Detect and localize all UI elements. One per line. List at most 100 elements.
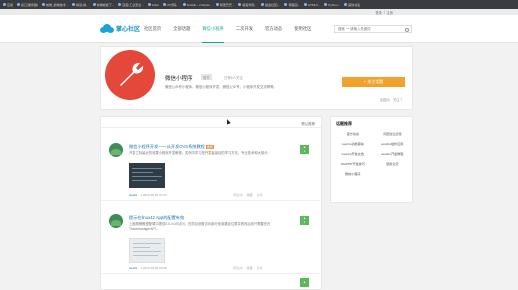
bookmark-favicon-icon — [182, 3, 186, 6]
bookmark-item[interactable]: 掘金社区(... — [260, 2, 281, 7]
bookmark-item[interactable]: HTML5... — [303, 2, 321, 7]
post-actions: 评论(0) 收藏 分享 — [233, 266, 263, 270]
bookmark-favicon-icon — [260, 3, 264, 6]
bookmark-item[interactable]: Gitub — [147, 2, 159, 7]
bookmarks-bar: 应用 窗口(服务器) 前端_前端技术... 精选-前... 前端模板下... 百度(工业安… — [0, 0, 518, 9]
bookmark-favicon-icon — [118, 3, 122, 6]
search-icon[interactable] — [405, 27, 409, 32]
bookmark-label: 前端_前端技术... — [46, 2, 69, 7]
upvote-icon: ▲ — [303, 279, 306, 284]
bookmark-label: 掘金社区(... — [264, 2, 281, 7]
post-thumbnail[interactable] — [129, 238, 165, 263]
topic-link[interactable]: 官方动态 — [334, 131, 372, 136]
wrench-icon — [105, 50, 155, 100]
nav-item[interactable]: 使用社区 — [288, 15, 317, 43]
nav-item[interactable]: 官方动态 — [259, 15, 288, 43]
topic-link[interactable]: weiphp开发教程 — [374, 151, 412, 156]
bookmark-label: GitHub - vvfundo... — [186, 2, 212, 7]
vote-button[interactable]: ▲ 1 — [300, 145, 309, 154]
bookmark-item[interactable]: 百度(工业安全... — [118, 3, 144, 7]
bookmark-item[interactable]: 前端_前端技术... — [42, 3, 68, 7]
bookmark-favicon-icon — [147, 3, 151, 6]
topic-link[interactable]: weiphp插件应用 — [374, 141, 412, 146]
share-link[interactable]: 分享 — [257, 193, 263, 197]
share-link[interactable]: 分享 — [257, 266, 263, 270]
topic-count[interactable]: 话题(5) — [380, 97, 390, 102]
topic-link[interactable]: weiphp功能模块 — [334, 141, 372, 146]
topic-link[interactable]: weiphp开发文档 — [334, 151, 372, 156]
bookmark-label: 博客园... — [288, 2, 300, 7]
bookmark-favicon-icon — [3, 3, 6, 6]
bookmark-item[interactable]: 其他书签 — [344, 3, 360, 7]
vote-button[interactable]: ▲ — [300, 278, 309, 287]
follow-count[interactable]: 关注 7 — [393, 97, 402, 102]
banner-meta: 话题(5) 关注 7 — [380, 97, 402, 102]
site-logo[interactable]: 掌心社区 — [100, 24, 140, 33]
bookmark-item[interactable]: 极客学院... — [238, 3, 257, 7]
bookmark-item[interactable]: Python... — [324, 3, 340, 7]
post-divider — [101, 200, 323, 201]
comment-link[interactable]: 评论(0) — [233, 193, 243, 197]
bookmark-item[interactable]: 阿里巴巴... — [215, 3, 234, 7]
bookmark-item[interactable]: 窗口(服务器) — [17, 3, 38, 7]
site-header: 掌心社区 社区首页 全部话题 微信小程序 二次开发 官方动态 使用社区 — [0, 15, 518, 43]
sidebar-title: 话题推荐 — [336, 121, 352, 126]
nav-item[interactable]: 社区首页 — [138, 15, 167, 43]
avatar[interactable] — [109, 214, 123, 228]
search-box[interactable] — [334, 25, 412, 33]
bookmark-favicon-icon — [17, 3, 21, 6]
bookmark-favicon-icon — [162, 3, 166, 6]
comment-link[interactable]: 评论(0) — [233, 266, 243, 270]
bookmark-label: Gitub — [151, 2, 159, 7]
bookmark-item[interactable]: JS代码... — [162, 2, 179, 7]
bookmark-label: 百度(工业安全... — [122, 2, 144, 7]
favorite-link[interactable]: 收藏 — [247, 193, 253, 197]
topic-link[interactable]: 使用交流 — [374, 161, 412, 166]
bookmark-label: 应用 — [7, 2, 14, 7]
topic-link[interactable]: 问题建议反馈 — [374, 131, 412, 136]
post-thumbnail[interactable] — [129, 163, 165, 188]
bookmark-item[interactable]: 应用 — [3, 3, 13, 7]
bookmark-label: Python... — [328, 2, 341, 7]
bookmark-item[interactable]: GitHub - vvfundo... — [182, 2, 212, 7]
follow-topic-button[interactable]: + 关注话题 — [342, 77, 405, 87]
topic-link[interactable]: 微信小程序 — [334, 171, 372, 176]
vote-count: 1 — [303, 148, 306, 153]
favorite-link[interactable]: 收藏 — [247, 266, 253, 270]
cloud-logo-icon — [100, 24, 114, 33]
search-input[interactable] — [338, 27, 402, 31]
post-author[interactable]: weishi — [129, 266, 137, 270]
post-feed: 默认推荐 微信小程序开发——从开发OVS系统教程 推荐 开发之际最近的效果小程序开… — [100, 116, 323, 290]
bookmark-label: HTML5... — [307, 2, 321, 7]
avatar[interactable] — [109, 143, 123, 157]
bookmark-favicon-icon — [324, 3, 328, 6]
bookmark-favicon-icon — [284, 3, 288, 6]
post-author[interactable]: weishi — [129, 193, 137, 197]
topic-tag: 官方 — [201, 74, 212, 80]
bookmark-label: 极客学院... — [242, 2, 257, 7]
post-date: 1 2016-08-26 01:23 — [140, 193, 167, 197]
bookmark-favicon-icon — [92, 3, 96, 6]
nav-item[interactable]: 二次开发 — [230, 15, 259, 43]
main-nav: 社区首页 全部话题 微信小程序 二次开发 官方动态 使用社区 — [138, 15, 317, 43]
post-footer: weishi 1 2016-08-26 01:23 — [129, 193, 167, 197]
bookmark-label: 窗口(服务器) — [21, 2, 39, 7]
topic-link[interactable]: WeiPHP开发技巧 — [334, 161, 372, 166]
bookmark-label: JS代码... — [166, 2, 179, 7]
bookmark-item[interactable]: 精选-前... — [72, 3, 89, 7]
topic-title: 微信小程序 — [165, 76, 193, 82]
recommended-topics: 话题推荐 官方动态 问题建议反馈 weiphp功能模块 weiphp插件应用 weiph… — [330, 116, 413, 203]
bookmark-favicon-icon — [344, 3, 348, 6]
bookmark-item[interactable]: 博客园... — [284, 3, 300, 7]
vote-button[interactable]: ▲ 1 — [300, 216, 309, 225]
post-title[interactable]: 微信小程序开发——从开发OVS系统教程 推荐 — [129, 144, 214, 150]
bookmark-label: 其他书签 — [348, 2, 361, 7]
bookmark-label: 精选-前... — [76, 2, 89, 7]
sort-dropdown[interactable]: 默认推荐 — [301, 121, 315, 126]
nav-item[interactable]: 微信小程序 — [196, 15, 229, 43]
post-date: 1 2016-08-26 02:55 — [140, 266, 167, 270]
post-title[interactable]: 提示在linux42 App的配置有效 — [129, 215, 184, 221]
vote-count: 1 — [303, 219, 306, 224]
bookmark-item[interactable]: 前端模板下... — [92, 3, 114, 7]
nav-item[interactable]: 全部话题 — [167, 15, 196, 43]
